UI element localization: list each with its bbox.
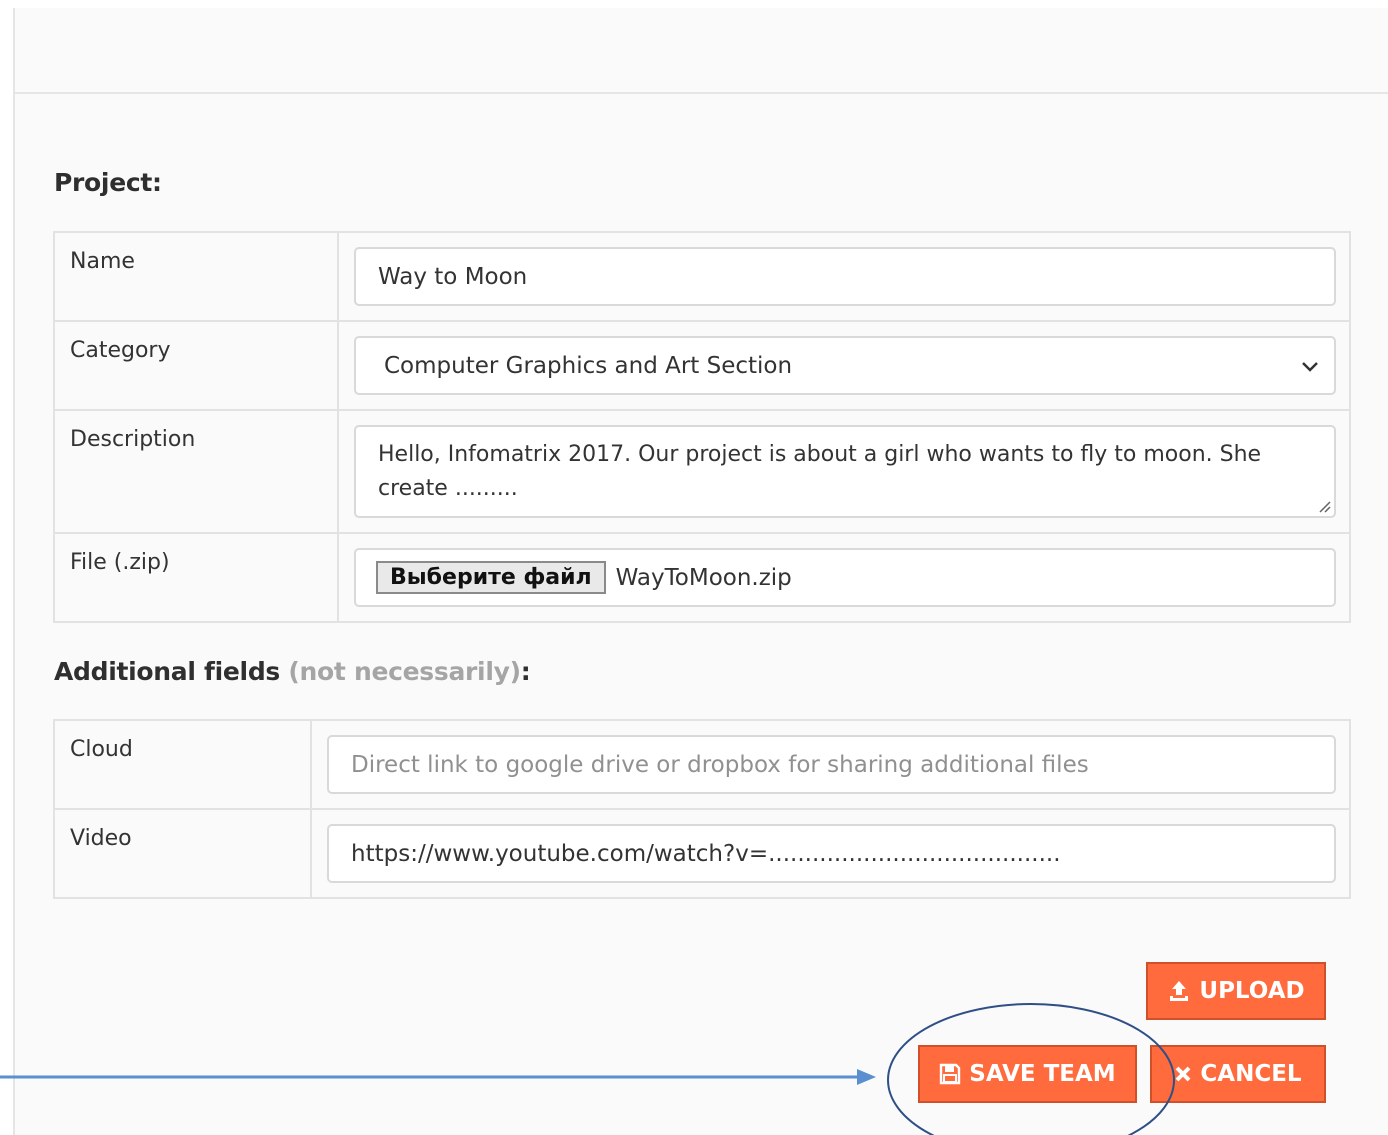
video-row: Video https://www.youtube.com/watch?v=..… [53,808,1351,899]
upload-button-label: UPLOAD [1199,978,1305,1004]
upload-icon [1170,981,1189,1001]
save-team-button[interactable]: SAVE TEAM [918,1045,1137,1103]
name-field-cell: Way to Moon [337,231,1351,322]
additional-title-note: (not necessarily) [288,657,521,686]
video-input-value: https://www.youtube.com/watch?v=........… [351,840,1061,867]
file-field-cell: Выберите файл WayToMoon.zip [337,532,1351,623]
cloud-label: Cloud [53,719,312,810]
category-label: Category [53,320,339,411]
video-label: Video [53,808,312,899]
cloud-input[interactable]: Direct link to google drive or dropbox f… [327,735,1336,794]
description-label: Description [53,409,339,534]
save-team-button-label: SAVE TEAM [969,1061,1116,1087]
file-name: WayToMoon.zip [615,564,792,591]
description-textarea-value: Hello, Infomatrix 2017. Our project is a… [378,442,1262,501]
category-field-cell: Computer Graphics and Art Section [337,320,1351,411]
header-divider [15,92,1388,94]
description-row: Description Hello, Infomatrix 2017. Our … [53,409,1351,534]
name-row: Name Way to Moon [53,231,1351,322]
cloud-field-cell: Direct link to google drive or dropbox f… [310,719,1351,810]
project-form-table: Name Way to Moon Category Computer Graph… [53,231,1351,623]
cloud-input-placeholder: Direct link to google drive or dropbox f… [351,751,1089,778]
file-label: File (.zip) [53,532,339,623]
description-field-cell: Hello, Infomatrix 2017. Our project is a… [337,409,1351,534]
chevron-down-icon [1302,361,1318,372]
category-row: Category Computer Graphics and Art Secti… [53,320,1351,411]
cancel-button[interactable]: CANCEL [1150,1045,1326,1103]
description-textarea[interactable]: Hello, Infomatrix 2017. Our project is a… [354,425,1336,518]
additional-title-main: Additional fields [54,657,280,686]
file-row: File (.zip) Выберите файл WayToMoon.zip [53,532,1351,623]
floppy-disk-icon [940,1063,961,1085]
cancel-button-label: CANCEL [1200,1061,1302,1087]
video-field-cell: https://www.youtube.com/watch?v=........… [310,808,1351,899]
category-select[interactable]: Computer Graphics and Art Section [354,336,1336,395]
category-select-value: Computer Graphics and Art Section [384,352,793,379]
close-icon [1175,1066,1191,1082]
top-strip [13,0,1388,8]
name-label: Name [53,231,339,322]
choose-file-button[interactable]: Выберите файл [376,561,606,594]
upload-button[interactable]: UPLOAD [1146,962,1326,1020]
cloud-row: Cloud Direct link to google drive or dro… [53,719,1351,810]
additional-title-colon: : [520,657,531,686]
additional-form-table: Cloud Direct link to google drive or dro… [53,719,1351,899]
name-input-value: Way to Moon [378,263,528,290]
project-section-title: Project: [54,168,162,197]
video-input[interactable]: https://www.youtube.com/watch?v=........… [327,824,1336,883]
name-input[interactable]: Way to Moon [354,247,1336,306]
file-input: Выберите файл WayToMoon.zip [354,548,1336,607]
resize-grip-icon[interactable] [1315,497,1331,513]
additional-section-title: Additional fields (not necessarily): [54,657,531,686]
